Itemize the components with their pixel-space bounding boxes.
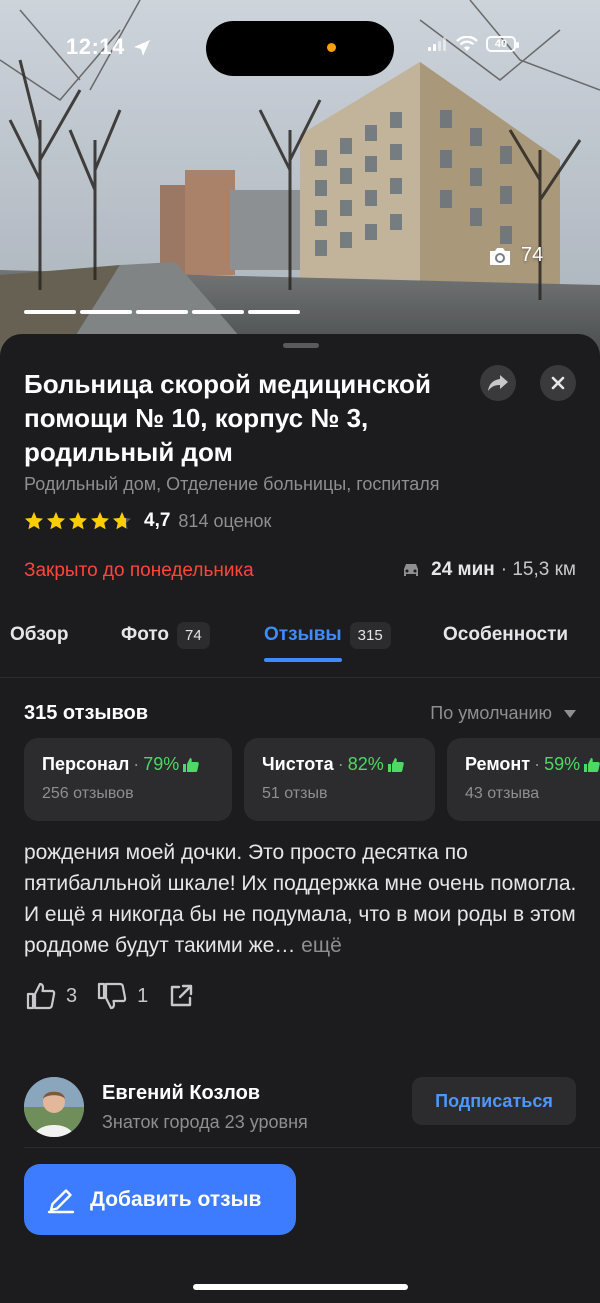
thumbs-up-icon — [584, 757, 600, 772]
privacy-indicator-dot — [327, 43, 336, 52]
author-level: Знаток города 23 уровня — [102, 1112, 308, 1132]
review-actions: 3 1 — [26, 982, 214, 1010]
star-icon — [25, 512, 43, 530]
separator-dot: · — [133, 754, 140, 774]
add-review-button[interactable]: Добавить отзыв — [24, 1164, 296, 1235]
aspect-count: 43 отзыва — [465, 785, 540, 802]
star-icon — [113, 512, 131, 530]
subscribe-button[interactable]: Подписаться — [412, 1077, 576, 1125]
route-distance: · 15,3 км — [500, 559, 576, 580]
thumbs-up-icon — [387, 757, 404, 772]
camera-icon — [490, 247, 510, 265]
dislike-count: 1 — [137, 984, 149, 1007]
separator-dot: · — [337, 754, 344, 774]
tab-badge: 315 — [349, 621, 391, 649]
tab-features[interactable]: Особенности — [443, 620, 568, 650]
share-button[interactable] — [480, 365, 516, 401]
route-time: 24 мин — [431, 559, 495, 580]
tabs-divider — [0, 677, 600, 678]
status-time: 12:14 — [66, 34, 125, 59]
battery-icon: 40 — [486, 36, 519, 52]
aspect-chips: Персонал · 79% 256 отзывов Чистота · 82%… — [24, 738, 600, 822]
cellular-signal-icon — [428, 37, 446, 51]
rating-stars — [24, 511, 132, 531]
star-icon — [69, 512, 87, 530]
sheet-grabber[interactable] — [283, 343, 319, 348]
tab-overview[interactable]: Обзор — [10, 620, 68, 650]
place-photo-carousel[interactable]: 12:14 40 74 — [0, 0, 600, 360]
dislike-button[interactable]: 1 — [97, 982, 148, 1010]
dynamic-island — [206, 21, 394, 76]
share-review-button[interactable] — [168, 983, 194, 1009]
thumbs-down-icon — [98, 982, 127, 1010]
car-icon — [404, 564, 419, 576]
tab-badge: 74 — [177, 621, 210, 649]
pencil-icon — [47, 1188, 75, 1213]
battery-level: 40 — [494, 38, 508, 50]
aspect-name: Персонал — [42, 754, 130, 774]
home-indicator[interactable] — [193, 1284, 408, 1290]
aspect-chip-renovation[interactable]: Ремонт · 59% 43 отзыва — [447, 738, 600, 821]
tab-label: Фото — [121, 624, 170, 645]
photo-count-value: 74 — [521, 244, 544, 266]
chevron-down-icon — [564, 709, 576, 718]
rating-row[interactable]: 4,7 814 оценок — [24, 510, 271, 532]
aspect-count: 256 отзывов — [42, 785, 134, 802]
rating-count: 814 оценок — [178, 510, 272, 531]
read-more-link[interactable]: ещё — [301, 934, 342, 957]
tab-photos[interactable]: Фото 74 — [121, 620, 210, 650]
active-tab-indicator — [264, 658, 342, 662]
photo-progress-segment — [248, 310, 300, 314]
aspect-count: 51 отзыв — [262, 785, 328, 802]
sort-dropdown[interactable]: По умолчанию — [430, 703, 576, 724]
aspect-name: Ремонт — [465, 754, 531, 774]
photo-progress — [24, 310, 300, 314]
star-icon — [91, 512, 109, 530]
tab-label: Обзор — [10, 624, 69, 645]
like-count: 3 — [66, 984, 78, 1007]
author-name[interactable]: Евгений Козлов — [102, 1082, 260, 1105]
avatar[interactable] — [24, 1077, 84, 1137]
status-indicators: 40 — [428, 36, 519, 52]
review-body: рождения моей дочки. Это просто десятка … — [24, 837, 584, 961]
thumbs-up-icon — [183, 757, 200, 772]
aspect-chip-cleanliness[interactable]: Чистота · 82% 51 отзыв — [244, 738, 435, 821]
review-author: Евгений Козлов Знаток города 23 уровня П… — [24, 1077, 576, 1137]
star-icon — [47, 512, 65, 530]
aspect-name: Чистота — [262, 754, 334, 774]
tab-reviews[interactable]: Отзывы 315 — [264, 620, 391, 650]
tab-label: Отзывы — [264, 624, 342, 645]
place-card-sheet: Больница скорой медицинской помощи № 10,… — [0, 334, 600, 1303]
tab-label: Особенности — [443, 624, 569, 645]
share-icon — [488, 375, 508, 391]
close-icon — [551, 376, 565, 390]
reviews-count: 315 отзывов — [24, 702, 149, 724]
sort-label: По умолчанию — [430, 703, 552, 723]
aspect-percent: 59% — [544, 754, 581, 774]
separator-dot: · — [534, 754, 541, 774]
route-info[interactable]: 24 мин · 15,3 км — [401, 559, 576, 581]
hours-status: Закрыто до понедельника — [24, 560, 254, 581]
photo-progress-segment — [136, 310, 188, 314]
photo-progress-segment — [24, 310, 76, 314]
photo-count[interactable]: 74 — [487, 244, 543, 267]
thumbs-up-icon — [26, 982, 56, 1010]
photo-progress-segment — [80, 310, 132, 314]
aspect-percent: 79% — [143, 754, 180, 774]
wifi-icon — [456, 36, 478, 51]
share-out-icon — [171, 984, 193, 1007]
add-review-label: Добавить отзыв — [90, 1187, 262, 1211]
place-title: Больница скорой медицинской помощи № 10,… — [24, 369, 431, 467]
photo-progress-segment — [192, 310, 244, 314]
author-photo — [24, 1077, 84, 1137]
author-divider — [24, 1147, 600, 1148]
location-arrow-icon — [134, 40, 150, 56]
like-button[interactable]: 3 — [26, 982, 77, 1010]
place-category: Родильный дом, Отделение больницы, госпи… — [24, 474, 440, 494]
aspect-percent: 82% — [347, 754, 384, 774]
tab-bar: Обзор Фото 74 Отзывы 315 Особенности — [0, 620, 600, 666]
close-button[interactable] — [540, 365, 576, 401]
rating-value: 4,7 — [144, 510, 171, 531]
aspect-chip-staff[interactable]: Персонал · 79% 256 отзывов — [24, 738, 232, 821]
